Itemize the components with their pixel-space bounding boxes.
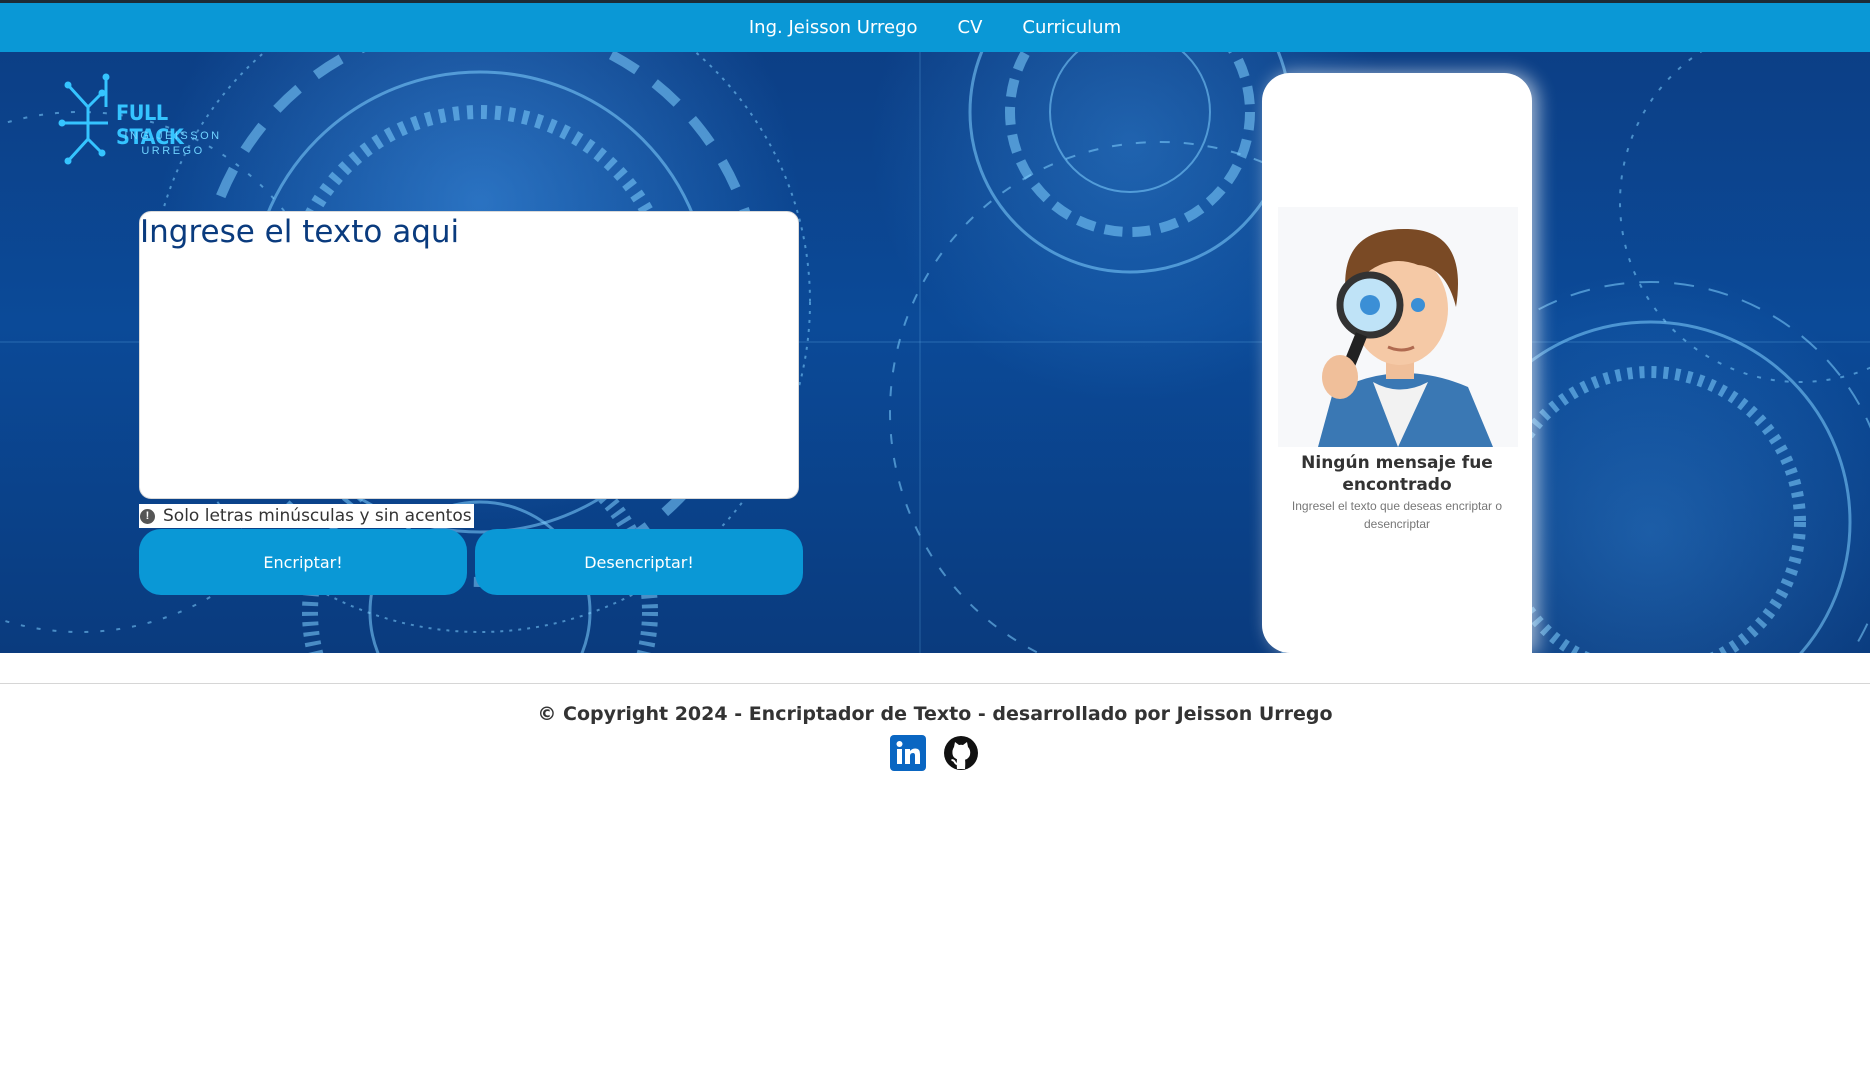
logo-subtitle-line-2: URREGO (141, 145, 205, 157)
input-hint: ! Solo letras minúsculas y sin acentos (139, 504, 474, 528)
social-links (890, 735, 979, 771)
copyright-text: © Copyright 2024 - Encriptador de Texto … (537, 703, 1333, 725)
linkedin-icon (890, 735, 926, 771)
no-message-title: Ningún mensaje fue encontrado (1301, 453, 1493, 495)
exclamation-circle-icon: ! (140, 508, 155, 524)
result-panel: Ningún mensaje fue encontrado Ingresel e… (1262, 73, 1532, 653)
logo-subtitle: ING.JEISSON URREGO (118, 129, 228, 159)
logo-subtitle-line-1: ING.JEISSON (124, 130, 222, 142)
hint-text: Solo letras minúsculas y sin acentos (163, 506, 472, 526)
encrypt-button[interactable]: Encriptar! (139, 529, 467, 595)
nav-link-jeisson-urrego[interactable]: Ing. Jeisson Urrego (749, 17, 918, 38)
nav-link-curriculum[interactable]: Curriculum (1022, 17, 1121, 38)
text-input-area[interactable] (139, 211, 799, 499)
decrypt-button[interactable]: Desencriptar! (475, 529, 803, 595)
detective-magnifying-glass-illustration (1278, 207, 1518, 447)
footer-divider (0, 683, 1870, 684)
linkedin-link[interactable] (890, 735, 926, 771)
nav-link-cv[interactable]: CV (958, 17, 983, 38)
github-link[interactable] (943, 735, 979, 771)
circuit-logo-icon (58, 73, 110, 165)
top-navigation: Ing. Jeisson Urrego CV Curriculum (0, 3, 1870, 52)
github-icon (944, 736, 978, 770)
full-stack-logo: FULL STACK ING.JEISSON URREGO (58, 67, 238, 177)
no-message-description: Ingresel el texto que deseas encriptar o… (1291, 499, 1503, 531)
